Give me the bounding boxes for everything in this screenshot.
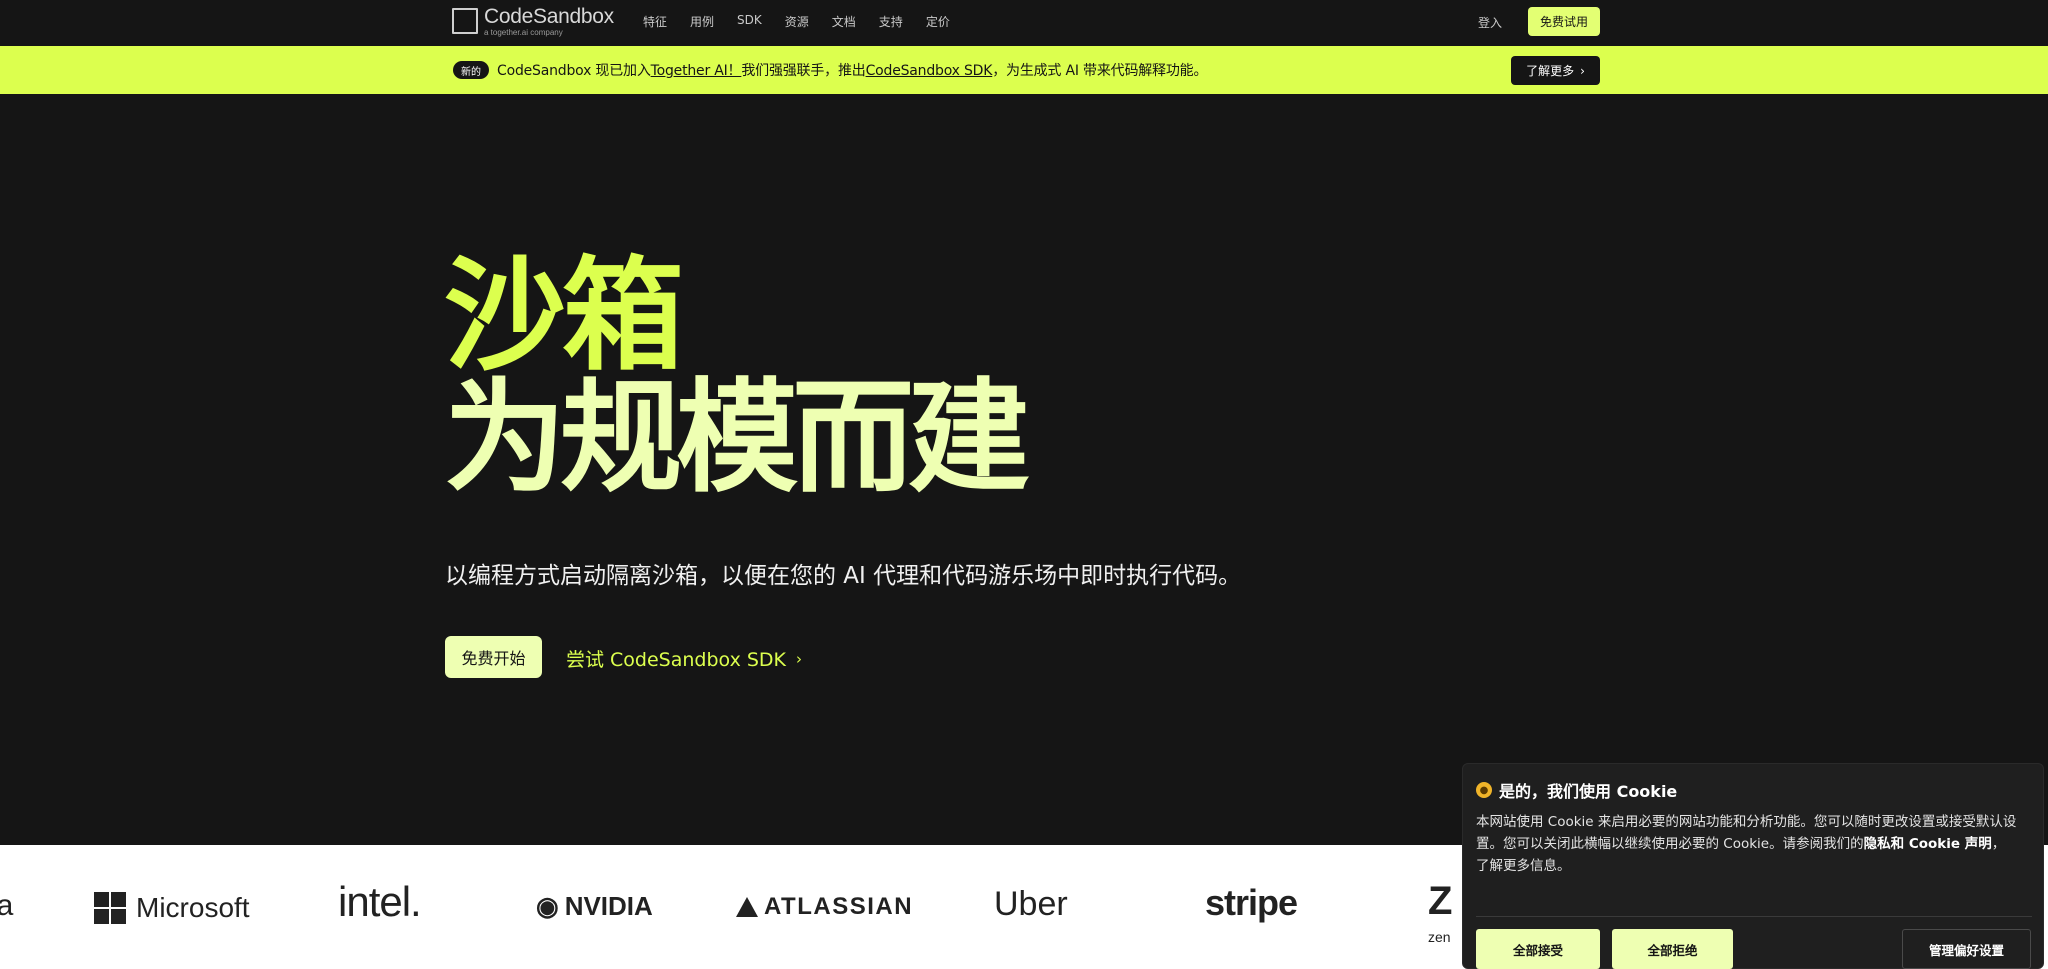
logo-uber: Uber: [994, 885, 1068, 923]
nav-link-sdk[interactable]: SDK: [737, 13, 762, 30]
nav-link-docs[interactable]: 文档: [832, 13, 856, 30]
learn-more-button[interactable]: 了解更多 ›: [1511, 56, 1600, 85]
chevron-right-icon: ›: [796, 649, 803, 668]
announcement-text: CodeSandbox 现已加入Together AI！我们强强联手，推出Cod…: [497, 63, 1208, 79]
nvidia-eye-icon: ◉: [536, 891, 559, 921]
hero-title-line2: 为规模而建: [444, 367, 1030, 509]
cookie-title: ● 是的，我们使用 Cookie: [1476, 778, 1677, 802]
hero-title-line1: 沙箱: [444, 245, 684, 387]
logo-microsoft: Microsoft: [94, 892, 250, 924]
try-sdk-link[interactable]: 尝试 CodeSandbox SDK ›: [566, 645, 802, 672]
together-ai-link[interactable]: Together AI！: [651, 63, 742, 79]
accept-all-button[interactable]: 全部接受: [1476, 929, 1600, 969]
logo-subtitle: a together.ai company: [484, 27, 563, 37]
logo-zendesk-text: zen: [1428, 929, 1451, 945]
logo-intel: intel.: [338, 878, 422, 925]
nav-link-use-cases[interactable]: 用例: [690, 13, 714, 30]
microsoft-grid-icon: [94, 892, 126, 924]
cookie-banner: ● 是的，我们使用 Cookie 本网站使用 Cookie 来启用必要的网站功能…: [1462, 763, 2044, 969]
codesandbox-logo[interactable]: CodeSandbox a together.ai company: [452, 5, 614, 37]
start-free-button[interactable]: 免费开始: [445, 636, 542, 678]
manage-preferences-button[interactable]: 管理偏好设置: [1902, 929, 2031, 969]
logo-nvidia: ◉ NVIDIA: [536, 891, 653, 921]
hero-subtitle: 以编程方式启动隔离沙箱，以便在您的 AI 代理和代码游乐场中即时执行代码。: [445, 563, 1242, 589]
logo-stripe: stripe: [1205, 882, 1298, 923]
free-trial-button[interactable]: 免费试用: [1528, 7, 1600, 36]
cookie-body: 本网站使用 Cookie 来启用必要的网站功能和分析功能。您可以随时更改设置或接…: [1476, 814, 2017, 874]
announcement-bar: 新的 CodeSandbox 现已加入Together AI！我们强强联手，推出…: [0, 46, 2048, 94]
nav-link-support[interactable]: 支持: [879, 13, 903, 30]
nav-link-pricing[interactable]: 定价: [926, 13, 950, 30]
nav-links: 特征 用例 SDK 资源 文档 支持 定价: [643, 13, 973, 30]
cookie-icon: ●: [1476, 782, 1492, 798]
sdk-announcement-link[interactable]: CodeSandbox SDK: [866, 63, 993, 79]
logo-square-icon: [452, 8, 478, 34]
logo-name: CodeSandbox: [484, 4, 614, 28]
logo-zendesk: Z: [1428, 879, 1453, 923]
logo-atlassian: ATLASSIAN: [736, 895, 913, 919]
login-link[interactable]: 登入: [1478, 14, 1502, 31]
reject-all-button[interactable]: 全部拒绝: [1612, 929, 1733, 969]
top-nav: CodeSandbox a together.ai company 特征 用例 …: [0, 0, 2048, 46]
nav-link-resources[interactable]: 资源: [785, 13, 809, 30]
logo-nvidia-cut: ia: [0, 889, 14, 922]
nav-link-features[interactable]: 特征: [643, 13, 667, 30]
privacy-cookie-link[interactable]: 隐私和 Cookie 声明: [1864, 836, 1992, 852]
new-badge: 新的: [453, 61, 489, 79]
chevron-right-icon: ›: [1580, 63, 1585, 78]
cookie-divider: [1476, 916, 2032, 917]
atlassian-triangle-icon: [736, 897, 758, 917]
